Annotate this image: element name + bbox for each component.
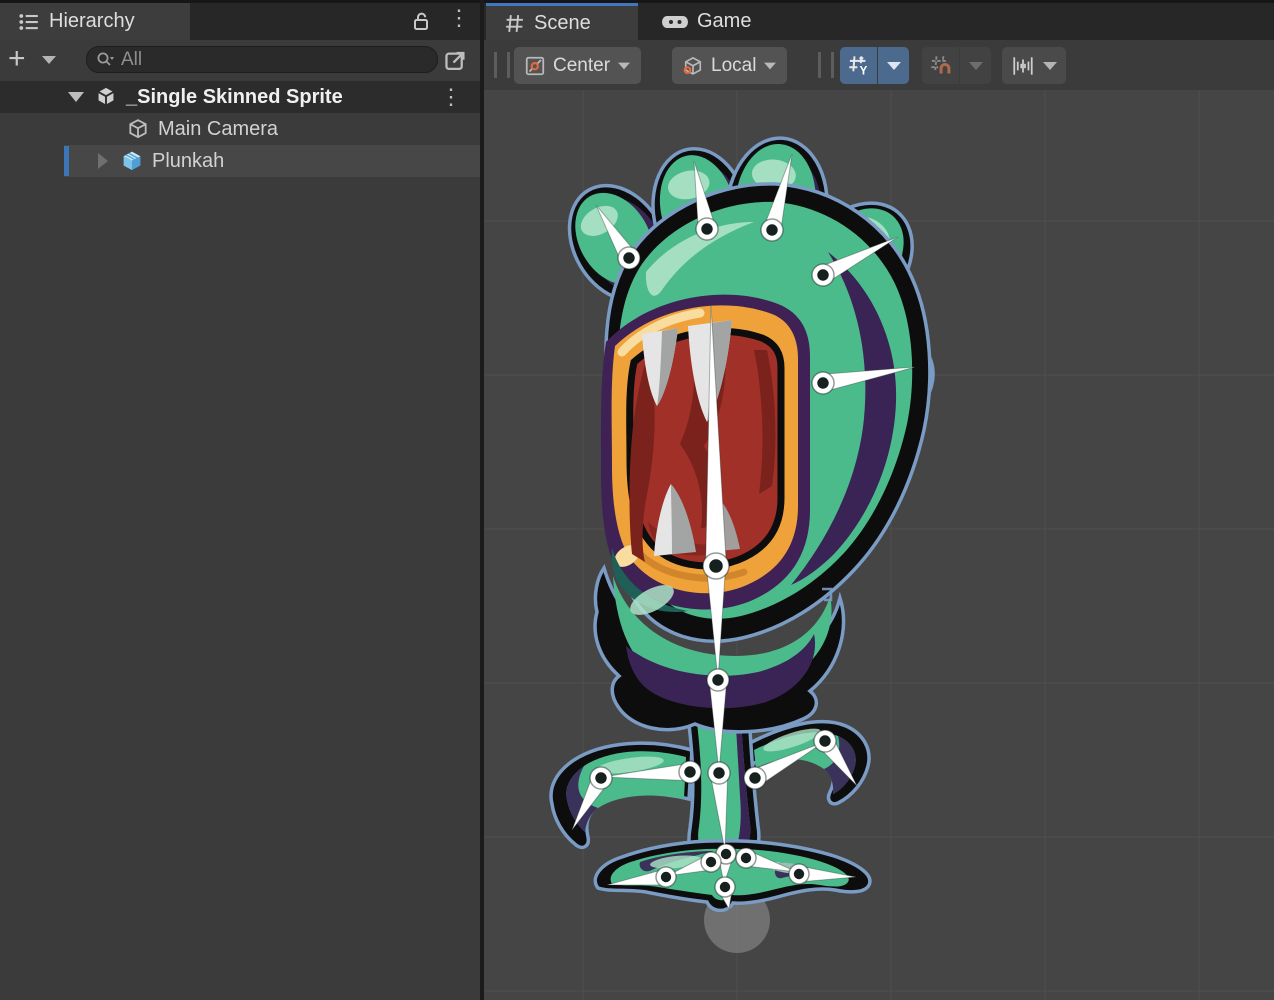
bone[interactable] [706, 566, 725, 680]
scene-toolbar: Center Local Y [484, 40, 1274, 90]
snap-increment-button[interactable] [1002, 47, 1066, 84]
bone-joint-core [712, 674, 723, 685]
game-tab-label: Game [697, 10, 751, 33]
bone-joint-core [749, 772, 760, 783]
hierarchy-menu-icon[interactable]: ⋮ [448, 8, 470, 28]
gameobject-cube-icon [126, 117, 150, 141]
tab-scene[interactable]: Scene [486, 3, 638, 40]
bone[interactable] [603, 763, 691, 781]
scene-row-menu-icon[interactable]: ⋮ [440, 87, 462, 107]
hierarchy-row-plunkah[interactable]: Plunkah [0, 145, 480, 177]
bone-joint-core [595, 772, 606, 783]
expander-right-icon[interactable] [98, 153, 108, 169]
scene-panel: Scene Game Center [484, 0, 1274, 1000]
chevron-down-icon [618, 62, 630, 69]
ruler-ticks-icon [1011, 54, 1035, 78]
hierarchy-row-main-camera[interactable]: Main Camera [0, 113, 480, 145]
orientation-label: Local [711, 55, 756, 77]
create-chevron-down-icon[interactable] [42, 56, 56, 64]
toolbar-drag-handle[interactable] [494, 52, 510, 78]
grid-snap-magnet-icon [929, 54, 952, 77]
grid-snapping-chevron[interactable] [960, 47, 991, 84]
prefab-cube-icon [120, 149, 144, 173]
bone-joint-core [817, 377, 828, 388]
grid-visibility-chevron[interactable] [878, 47, 909, 84]
grid-axis-icon: Y [847, 54, 870, 77]
bone-joint-core [741, 853, 751, 863]
hierarchy-row-scene[interactable]: _Single Skinned Sprite ⋮ [0, 81, 480, 113]
unity-scene-icon [94, 85, 118, 109]
chevron-down-icon [1043, 62, 1057, 70]
scene-viewport[interactable] [484, 90, 1274, 1000]
bone-joint-core [623, 252, 634, 263]
bone-joint-core [720, 882, 730, 892]
bone-joint-core [713, 767, 724, 778]
lock-icon[interactable] [410, 10, 432, 32]
bone-joint-core [684, 766, 695, 777]
bone-joint-core [817, 269, 828, 280]
selection-indicator-bar [64, 146, 69, 176]
hierarchy-tab-label: Hierarchy [49, 10, 135, 33]
chevron-down-icon [887, 62, 901, 70]
chevron-down-icon [764, 62, 776, 69]
grid-axis-letter: Y [860, 66, 868, 77]
scene-grid-icon [504, 13, 525, 34]
row-label: Main Camera [158, 118, 278, 141]
hierarchy-search [86, 46, 438, 73]
orientation-button[interactable]: Local [672, 47, 787, 84]
bone-joint-core [706, 857, 716, 867]
bone-joint-core [701, 223, 712, 234]
pivot-mode-button[interactable]: Center [514, 47, 641, 84]
scene-tab-label: Scene [534, 12, 591, 35]
bone-joint-core [766, 224, 777, 235]
unity-editor-window: Hierarchy ⋮ + [0, 0, 1274, 1000]
bone-joint-core [709, 559, 723, 573]
search-icon [95, 50, 115, 70]
tab-hierarchy[interactable]: Hierarchy [0, 3, 190, 40]
hierarchy-panel: Hierarchy ⋮ + [0, 0, 480, 1000]
create-button[interactable]: + [8, 44, 26, 74]
row-label: _Single Skinned Sprite [126, 86, 343, 109]
toolbar-drag-handle[interactable] [818, 52, 834, 78]
bone[interactable] [709, 680, 727, 772]
search-input[interactable] [119, 48, 429, 72]
skeleton-bones[interactable] [484, 90, 1274, 1000]
pivot-center-icon [524, 55, 546, 77]
local-cube-icon [682, 55, 704, 77]
bone-joint-core [721, 849, 731, 859]
hierarchy-list-icon [18, 11, 40, 33]
gamepad-icon [662, 12, 688, 32]
search-window-icon[interactable] [442, 46, 470, 74]
expander-down-icon[interactable] [68, 92, 84, 102]
tab-game[interactable]: Game [644, 3, 784, 40]
bone[interactable] [821, 367, 915, 392]
pivot-mode-label: Center [553, 55, 610, 77]
grid-snapping-button[interactable] [922, 47, 959, 84]
bone-joint-core [819, 735, 830, 746]
grid-visibility-button[interactable]: Y [840, 47, 877, 84]
bone-joint-core [794, 869, 804, 879]
bone[interactable] [706, 305, 727, 566]
bone-joint-core [661, 872, 671, 882]
row-label: Plunkah [152, 150, 224, 173]
chevron-down-icon [969, 62, 983, 70]
